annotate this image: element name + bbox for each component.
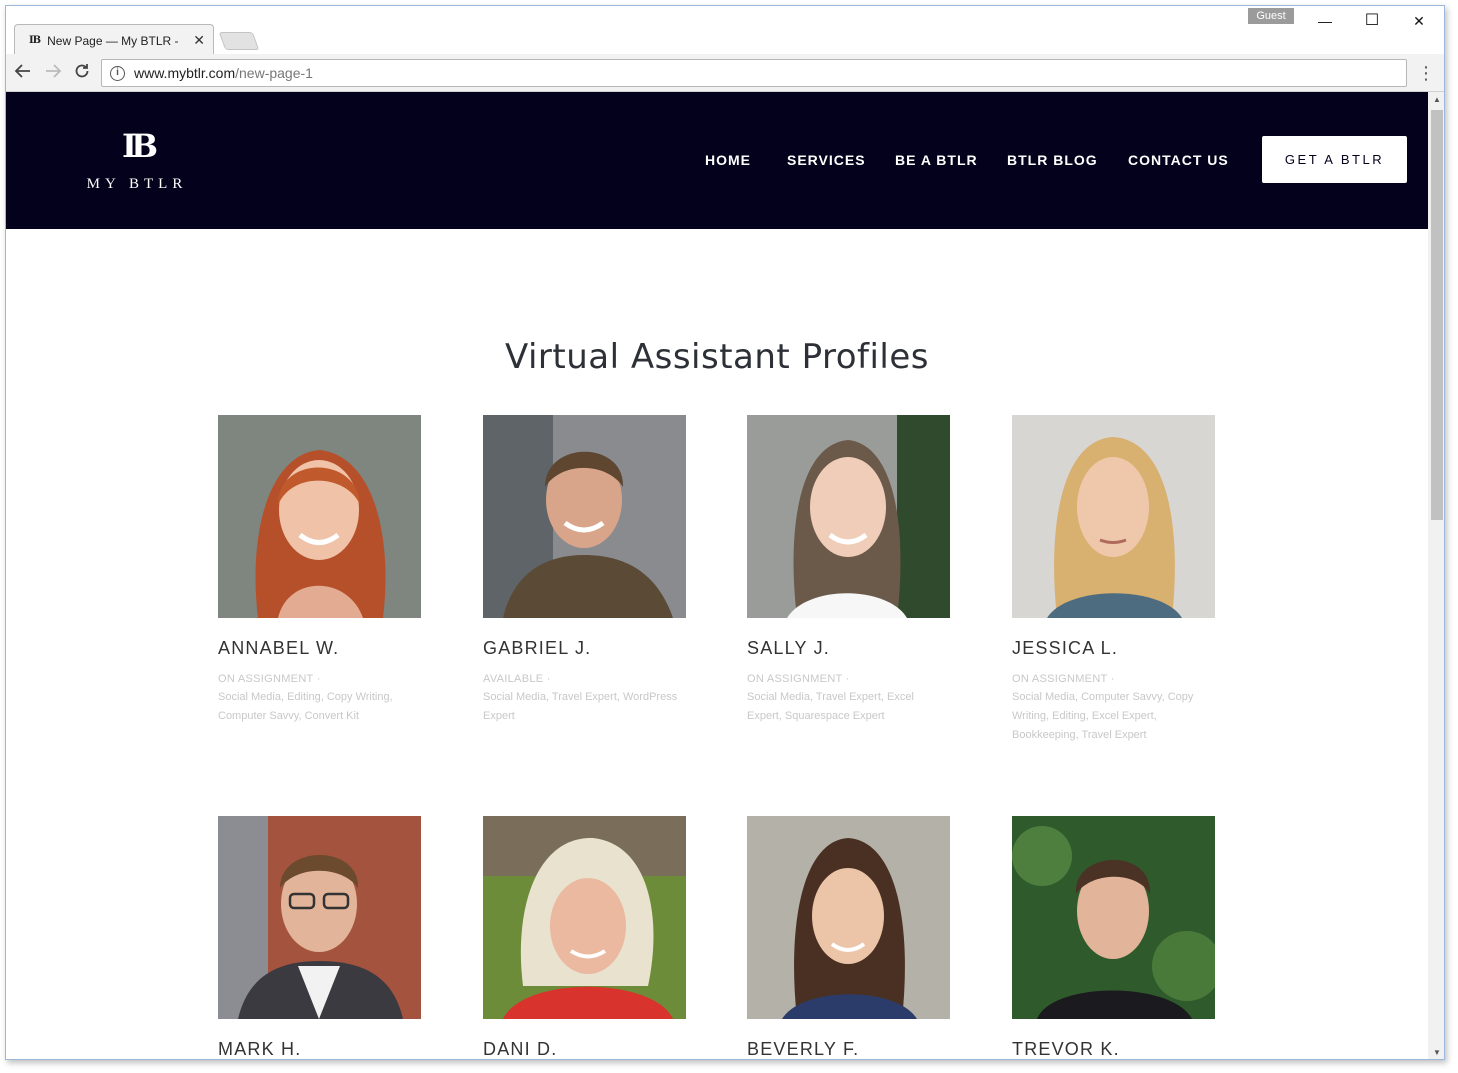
profile-skills: Social Media, Travel Expert, Excel Exper…	[747, 691, 914, 722]
scroll-thumb[interactable]	[1431, 110, 1443, 520]
profile-name[interactable]: ANNABEL W.	[218, 638, 421, 659]
nav-contact-us[interactable]: CONTACT US	[1128, 152, 1229, 168]
url-path: /new-page-1	[235, 65, 313, 81]
profile-skills: Social Media, Computer Savvy, Copy Writi…	[1012, 691, 1194, 741]
profile-status: ON ASSIGNMENT ·	[747, 673, 850, 685]
profile-name[interactable]: SALLY J.	[747, 638, 950, 659]
profile-card[interactable]: ANNABEL W. ON ASSIGNMENT · Social Media,…	[218, 415, 421, 726]
profile-name[interactable]: MARK H.	[218, 1039, 421, 1059]
profile-photo[interactable]	[218, 816, 421, 1019]
profile-card[interactable]: BEVERLY F.	[747, 816, 950, 1059]
profile-photo[interactable]	[1012, 816, 1215, 1019]
browser-tab[interactable]: IB New Page — My BTLR - ✕	[14, 24, 214, 56]
profile-status: ON ASSIGNMENT ·	[218, 673, 321, 685]
nav-btlr-blog[interactable]: BTLR BLOG	[1007, 152, 1098, 168]
back-arrow-icon[interactable]	[12, 62, 34, 84]
browser-menu-icon[interactable]: ⋮	[1416, 62, 1436, 84]
get-a-btlr-button[interactable]: GET A BTLR	[1262, 136, 1407, 183]
scroll-down-arrow-icon[interactable]: ▼	[1428, 1045, 1444, 1059]
logo-mark: IB	[121, 127, 158, 165]
maximize-button[interactable]: ☐	[1349, 8, 1395, 34]
profile-card[interactable]: GABRIEL J. AVAILABLE · Social Media, Tra…	[483, 415, 686, 726]
nav-services[interactable]: SERVICES	[787, 152, 866, 168]
profile-photo[interactable]	[483, 816, 686, 1019]
profile-photo[interactable]	[218, 415, 421, 618]
profile-card[interactable]: MARK H.	[218, 816, 421, 1059]
forward-arrow-icon[interactable]	[42, 62, 64, 84]
profile-card[interactable]: JESSICA L. ON ASSIGNMENT · Social Media,…	[1012, 415, 1215, 745]
logo-wordmark: MY BTLR	[86, 176, 188, 192]
browser-window: IB New Page — My BTLR - ✕ Guest — ☐ ✕ i …	[5, 5, 1445, 1060]
guest-badge[interactable]: Guest	[1248, 8, 1294, 24]
profile-skills: Social Media, Travel Expert, WordPress E…	[483, 691, 678, 722]
nav-home[interactable]: HOME	[705, 152, 751, 168]
site-info-icon[interactable]: i	[110, 65, 125, 81]
nav-be-a-btlr[interactable]: BE A BTLR	[895, 152, 978, 168]
site-favicon-icon: IB	[29, 35, 41, 46]
profile-card[interactable]: DANI D.	[483, 816, 686, 1059]
profile-photo[interactable]	[747, 415, 950, 618]
profile-status: AVAILABLE ·	[483, 673, 551, 685]
address-bar[interactable]: i www.mybtlr.com /new-page-1	[101, 59, 1407, 87]
tab-title: New Page — My BTLR -	[47, 33, 179, 48]
scroll-up-arrow-icon[interactable]: ▲	[1428, 92, 1444, 108]
profile-name[interactable]: GABRIEL J.	[483, 638, 686, 659]
url-domain: www.mybtlr.com	[134, 65, 236, 81]
page-title: Virtual Assistant Profiles	[504, 337, 930, 377]
site-header: IB MY BTLR HOME SERVICES BE A BTLR BTLR …	[6, 92, 1428, 229]
profile-name[interactable]: TREVOR K.	[1012, 1039, 1215, 1059]
tab-close-icon[interactable]: ✕	[193, 32, 205, 49]
profile-name[interactable]: JESSICA L.	[1012, 638, 1215, 659]
reload-icon[interactable]	[71, 62, 93, 84]
profile-skills: Social Media, Editing, Copy Writing, Com…	[218, 691, 393, 722]
profile-status: ON ASSIGNMENT ·	[1012, 673, 1115, 685]
profile-name[interactable]: DANI D.	[483, 1039, 686, 1059]
minimize-button[interactable]: —	[1302, 8, 1348, 34]
profile-card[interactable]: TREVOR K.	[1012, 816, 1215, 1059]
profile-photo[interactable]	[747, 816, 950, 1019]
browser-toolbar: i www.mybtlr.com /new-page-1 ⋮	[6, 54, 1444, 92]
page-viewport: IB MY BTLR HOME SERVICES BE A BTLR BTLR …	[6, 92, 1428, 1059]
close-window-button[interactable]: ✕	[1396, 8, 1442, 34]
title-bar: IB New Page — My BTLR - ✕ Guest — ☐ ✕	[6, 6, 1444, 56]
new-tab-button[interactable]	[218, 32, 260, 50]
profile-photo[interactable]	[1012, 415, 1215, 618]
profile-card[interactable]: SALLY J. ON ASSIGNMENT · Social Media, T…	[747, 415, 950, 726]
profile-name[interactable]: BEVERLY F.	[747, 1039, 950, 1059]
site-logo[interactable]: IB MY BTLR	[64, 128, 210, 198]
profile-photo[interactable]	[483, 415, 686, 618]
page-scrollbar[interactable]: ▲ ▼	[1428, 92, 1444, 1059]
